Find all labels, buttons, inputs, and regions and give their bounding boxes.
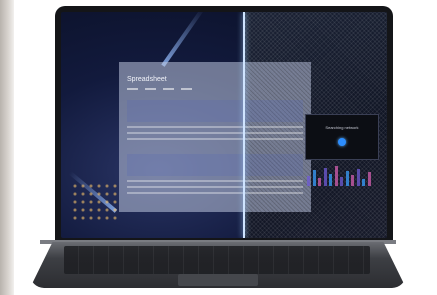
- spreadsheet-tab: [181, 88, 192, 90]
- mini-chart-bar: [312, 170, 316, 186]
- spreadsheet-section: [127, 100, 303, 122]
- mini-chart-bar: [345, 171, 349, 186]
- mini-chart-bar: [307, 176, 310, 186]
- mini-chart-bar: [318, 178, 321, 186]
- spreadsheet-rows: [127, 126, 303, 144]
- mini-chart-bar: [329, 174, 332, 186]
- spreadsheet-window: Spreadsheet: [119, 62, 311, 212]
- touchpad: [178, 274, 258, 286]
- spreadsheet-row: [127, 138, 303, 140]
- spreadsheet-row: [127, 132, 303, 134]
- laptop: Spreadsheet Searching network: [0, 0, 437, 295]
- mini-bar-chart: [307, 164, 375, 186]
- loading-dot-icon: [338, 138, 346, 146]
- mini-chart-bar: [323, 168, 327, 186]
- screen-split-divider: [243, 12, 245, 238]
- spreadsheet-row: [127, 186, 303, 188]
- mini-chart-bar: [340, 177, 343, 186]
- mini-chart-bar: [334, 166, 338, 186]
- wallpaper-light-streak: [161, 12, 205, 67]
- spreadsheet-row: [127, 192, 303, 194]
- spreadsheet-rows: [127, 180, 303, 198]
- popup-text: Searching network: [325, 125, 359, 130]
- keyboard: [64, 246, 370, 274]
- spreadsheet-section: [127, 154, 303, 176]
- spreadsheet-title: Spreadsheet: [127, 76, 167, 83]
- notification-popup: Searching network: [305, 114, 379, 160]
- spreadsheet-tab: [145, 88, 156, 90]
- laptop-screen: Spreadsheet Searching network: [61, 12, 387, 238]
- spreadsheet-tabs: [127, 88, 192, 90]
- spreadsheet-row: [127, 180, 303, 182]
- mini-chart-bar: [367, 172, 371, 186]
- spreadsheet-tab: [163, 88, 174, 90]
- mini-chart-bar: [356, 169, 360, 186]
- spreadsheet-row: [127, 126, 303, 128]
- spreadsheet-tab: [127, 88, 138, 90]
- mini-chart-bar: [362, 179, 365, 186]
- wallpaper-bokeh-dots: [71, 182, 121, 222]
- mini-chart-bar: [351, 175, 354, 186]
